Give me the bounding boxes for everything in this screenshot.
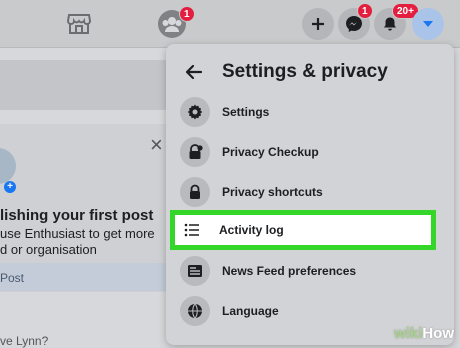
groups-badge: 1 bbox=[179, 6, 195, 22]
marketplace-icon[interactable] bbox=[66, 11, 92, 37]
lock-icon bbox=[180, 177, 210, 207]
bell-icon bbox=[384, 17, 396, 31]
menu-header: Settings & privacy bbox=[184, 60, 388, 84]
menu-item-privacy-checkup[interactable]: Privacy Checkup bbox=[174, 133, 442, 171]
create-post-button[interactable] bbox=[0, 263, 168, 291]
back-arrow-icon[interactable] bbox=[184, 62, 204, 82]
menu-item-news-feed-preferences[interactable]: News Feed preferences bbox=[174, 252, 442, 290]
card-text-line-1: use Enthusiast to get more bbox=[0, 226, 155, 241]
create-post-label: Post bbox=[0, 271, 25, 285]
left-background-panel bbox=[0, 60, 168, 110]
plus-icon bbox=[312, 18, 324, 30]
menu-item-label: Settings bbox=[222, 105, 270, 119]
composer-prompt[interactable]: ve Lynn? bbox=[0, 334, 48, 348]
close-icon[interactable]: × bbox=[150, 134, 163, 156]
account-menu-button[interactable] bbox=[412, 8, 444, 40]
menu-item-label: Privacy Checkup bbox=[222, 145, 319, 159]
menu-item-label: Language bbox=[222, 304, 279, 318]
wikihow-watermark: wikiHow bbox=[393, 325, 454, 342]
lock-check-icon bbox=[180, 137, 210, 167]
menu-title: Settings & privacy bbox=[222, 61, 388, 82]
menu-item-activity-log[interactable]: Activity log bbox=[170, 210, 436, 250]
globe-icon bbox=[180, 296, 210, 326]
top-navigation-bar: 1 1 20+ bbox=[0, 0, 460, 48]
messenger-badge: 1 bbox=[357, 3, 373, 19]
menu-item-settings[interactable]: Settings bbox=[174, 93, 442, 131]
list-icon bbox=[177, 215, 207, 245]
news-feed-icon bbox=[180, 256, 210, 286]
menu-item-label: News Feed preferences bbox=[222, 264, 357, 278]
gear-icon bbox=[180, 97, 210, 127]
card-text-line-2: d or organisation bbox=[0, 242, 97, 257]
card-title: lishing your first post bbox=[0, 207, 154, 224]
add-photo-icon[interactable]: + bbox=[4, 181, 16, 193]
menu-item-label: Activity log bbox=[219, 223, 284, 237]
create-button[interactable] bbox=[302, 8, 334, 40]
menu-item-label: Privacy shortcuts bbox=[222, 185, 323, 199]
menu-item-privacy-shortcuts[interactable]: Privacy shortcuts bbox=[174, 173, 442, 211]
settings-privacy-menu: Settings & privacy Settings Privacy Chec… bbox=[166, 44, 454, 345]
caret-down-icon bbox=[423, 21, 433, 27]
